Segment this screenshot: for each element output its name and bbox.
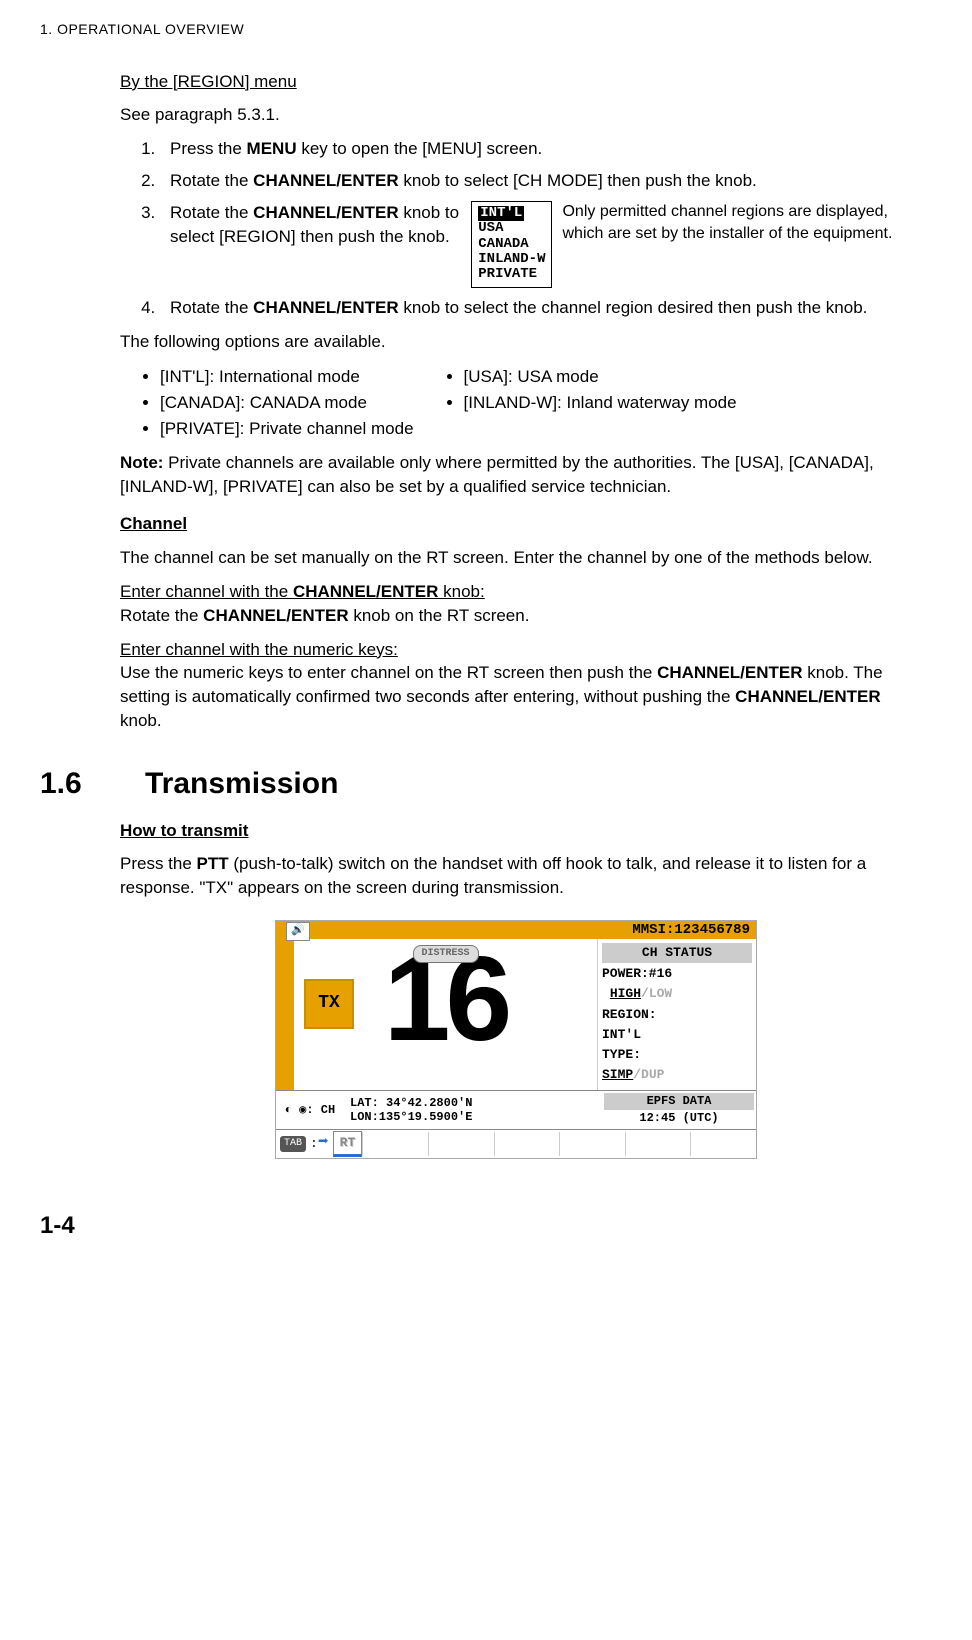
tab-key-icon: TAB xyxy=(280,1136,306,1152)
step-2: Rotate the CHANNEL/ENTER knob to select … xyxy=(160,169,912,193)
options-list: [INT'L]: International mode [CANADA]: CA… xyxy=(140,363,912,442)
distress-badge: DISTRESS xyxy=(412,945,478,963)
page-header: 1. OPERATIONAL OVERVIEW xyxy=(40,20,932,40)
rt-tab: RT xyxy=(333,1131,363,1157)
region-popup-caption: Only permitted channel regions are displ… xyxy=(562,201,912,246)
region-menu-heading: By the [REGION] menu xyxy=(120,70,912,94)
channel-method-1: Enter channel with the CHANNEL/ENTER kno… xyxy=(120,580,912,628)
arrow-right-icon: ➡ xyxy=(318,1131,329,1156)
options-intro: The following options are available. xyxy=(120,330,912,354)
rt-screen-figure: 🔊 MMSI:123456789 DISTRESS TX 16 CH STATU… xyxy=(275,920,757,1159)
channel-heading: Channel xyxy=(120,512,912,536)
channel-intro: The channel can be set manually on the R… xyxy=(120,546,912,570)
step-3: Rotate the CHANNEL/ENTER knob to select … xyxy=(160,201,912,288)
see-ref: See paragraph 5.3.1. xyxy=(120,103,912,127)
region-steps: Press the MENU key to open the [MENU] sc… xyxy=(120,137,912,319)
ch-status-panel: CH STATUS POWER:#16 HIGH/LOW REGION: INT… xyxy=(597,939,756,1090)
channel-method-2: Enter channel with the numeric keys: Use… xyxy=(120,638,912,733)
transmit-para: Press the PTT (push-to-talk) switch on t… xyxy=(120,852,912,900)
step-1: Press the MENU key to open the [MENU] sc… xyxy=(160,137,912,161)
how-to-transmit-heading: How to transmit xyxy=(120,819,912,843)
knob-icon: ◐ ◉: CH xyxy=(276,1098,344,1123)
step-4: Rotate the CHANNEL/ENTER knob to select … xyxy=(160,296,912,320)
note: Note: Private channels are available onl… xyxy=(120,451,912,499)
section-1-6: 1.6 Transmission xyxy=(40,763,912,805)
page-number: 1-4 xyxy=(40,1209,932,1243)
tx-indicator: TX xyxy=(304,979,354,1029)
region-popup: INT'L USA CANADA INLAND-W PRIVATE xyxy=(471,201,552,288)
